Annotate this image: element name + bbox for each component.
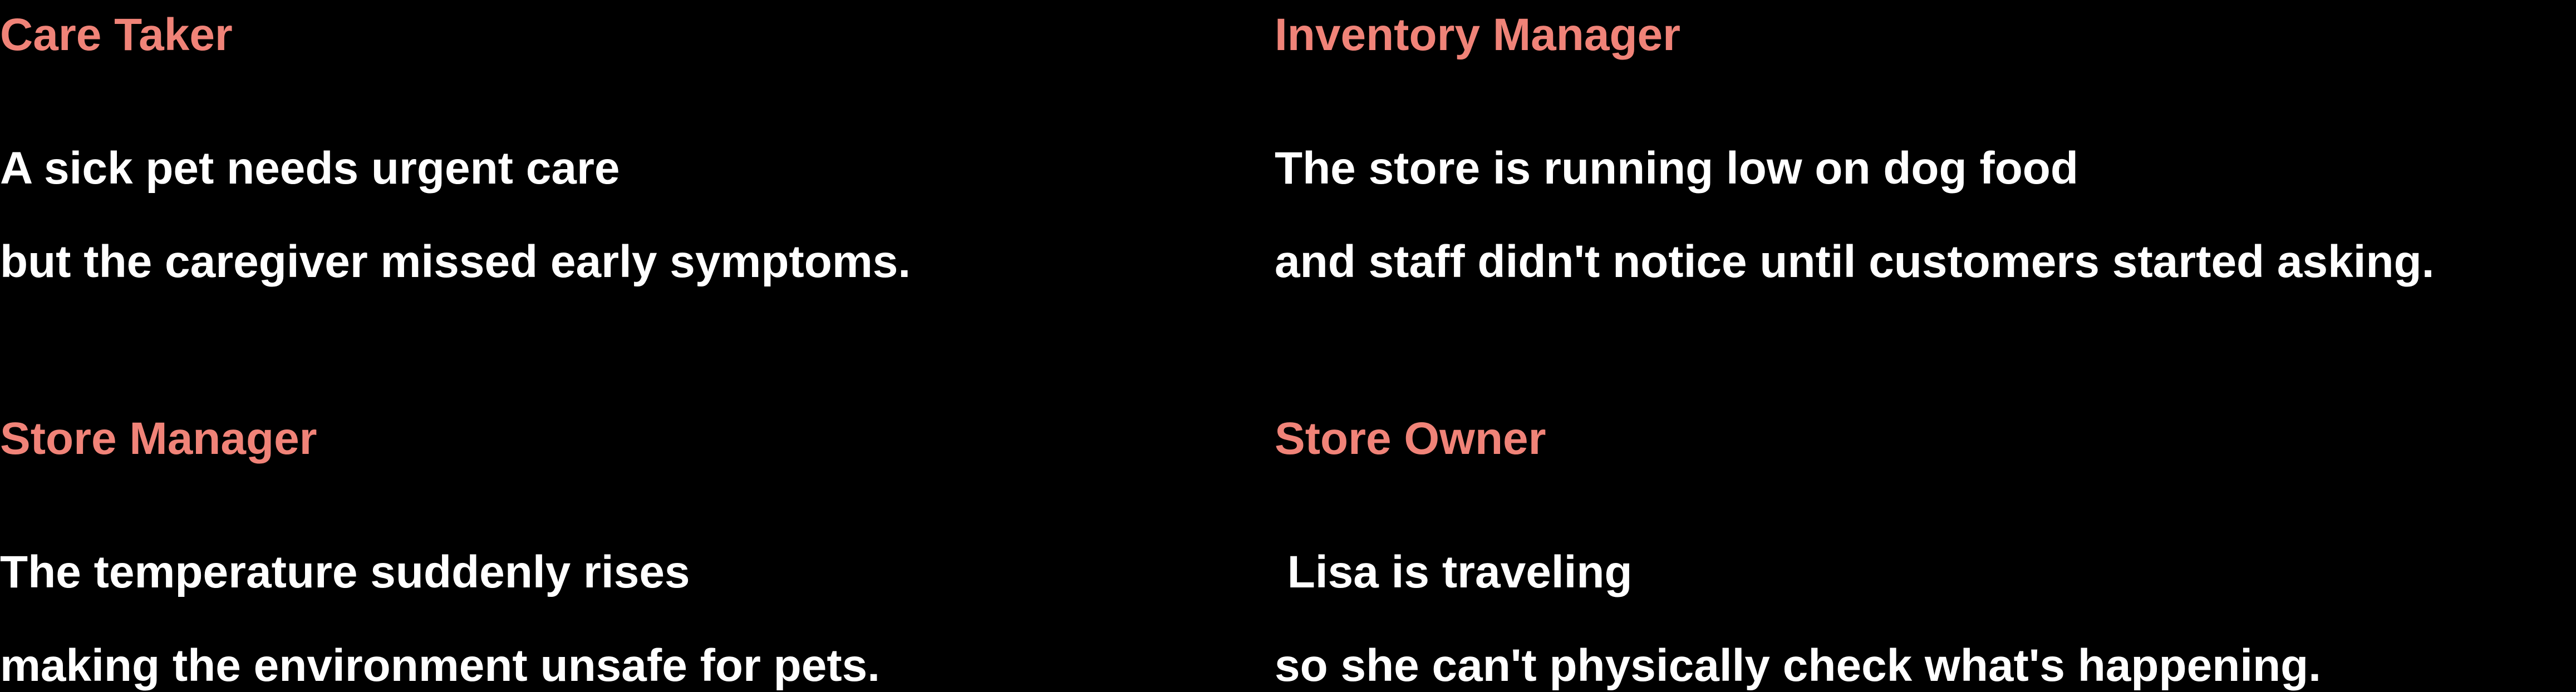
- scenario-line-2: but the caregiver missed early symptoms.: [0, 236, 911, 288]
- scenario-line-1: The temperature suddenly rises: [0, 547, 690, 598]
- scenario-line-1: A sick pet needs urgent care: [0, 143, 620, 194]
- scenario-grid: Care Taker A sick pet needs urgent care …: [0, 0, 2576, 692]
- role-title: Inventory Manager: [1275, 9, 1681, 60]
- role-title: Care Taker: [0, 9, 233, 60]
- scenario-line-1: Lisa is traveling: [1275, 547, 1633, 598]
- scenario-card-store-owner: Store Owner Lisa is traveling so she can…: [1275, 412, 2499, 689]
- role-title: Store Manager: [0, 413, 317, 464]
- scenario-line-2: so she can't physically check what's hap…: [1275, 640, 2322, 691]
- scenario-card-inventory-manager: Inventory Manager The store is running l…: [1275, 8, 2499, 285]
- role-title: Store Owner: [1275, 413, 1546, 464]
- scenario-line-2: and staff didn't notice until customers …: [1275, 236, 2435, 288]
- scenario-line-2: making the environment unsafe for pets.: [0, 640, 881, 691]
- scenario-line-1: The store is running low on dog food: [1275, 143, 2078, 194]
- scenario-card-store-manager: Store Manager The temperature suddenly r…: [0, 412, 1225, 689]
- scenario-card-care-taker: Care Taker A sick pet needs urgent care …: [0, 8, 1225, 285]
